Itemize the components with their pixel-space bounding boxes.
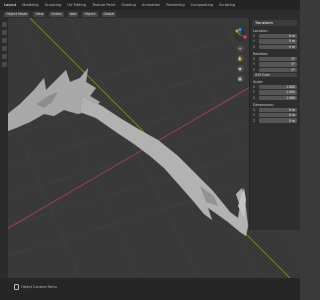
location-z-row: Z0 m <box>253 44 297 49</box>
mode-dropdown[interactable]: Object Mode <box>4 11 30 17</box>
menu-add[interactable]: Add <box>67 11 79 17</box>
location-y-row: Y0 m <box>253 39 297 44</box>
rotation-z-field[interactable]: 0° <box>259 67 297 72</box>
location-x-row: X0 m <box>253 34 297 39</box>
scale-tool-icon[interactable] <box>1 54 7 59</box>
tab-animation[interactable]: Animation <box>142 3 160 7</box>
pan-hand-icon[interactable]: ✋ <box>236 55 244 62</box>
menu-select[interactable]: Select <box>49 11 64 17</box>
grid-perspective-icon[interactable]: ▦ <box>236 75 244 82</box>
workspace-tabs: Layout Modeling Sculpting UV Editing Tex… <box>0 0 300 10</box>
tab-texture-paint[interactable]: Texture Paint <box>92 3 115 7</box>
tab-scripting[interactable]: Scripting <box>219 3 235 7</box>
scale-z-row: Z 1.000 <box>253 95 297 100</box>
camera-icon[interactable]: ◉ <box>236 65 244 72</box>
orientation-gizmo[interactable] <box>233 28 247 42</box>
rotation-z-row: Z 0° <box>253 67 297 72</box>
menu-view[interactable]: View <box>33 11 46 17</box>
rotation-y-field[interactable]: 0° <box>259 62 297 67</box>
dimensions-z-field[interactable]: 0 m <box>259 118 297 123</box>
gizmo-x-axis[interactable] <box>243 35 247 39</box>
viewport-header: Object Mode View Select Add Object Globa… <box>0 10 300 18</box>
scale-z-field[interactable]: 1.000 <box>259 95 297 100</box>
dimensions-x-field[interactable]: 0 m <box>259 108 297 113</box>
transform-panel-header[interactable]: Transform <box>253 20 297 26</box>
status-bar: Object Context Menu <box>0 278 300 300</box>
scale-y-row: Y 1.000 <box>253 90 297 95</box>
tab-layout[interactable]: Layout <box>4 3 16 7</box>
rotation-x-row: X 0° <box>253 57 297 62</box>
cursor-tool-icon[interactable] <box>1 30 7 35</box>
transform-tool-icon[interactable] <box>1 62 7 67</box>
dimensions-y-row: Y0 m <box>253 113 297 118</box>
tab-sculpting[interactable]: Sculpting <box>45 3 62 7</box>
transform-sidebar: Transform Location: X0 m Y0 m Z0 m Rotat… <box>249 18 300 230</box>
tab-uv-editing[interactable]: UV Editing <box>67 3 86 7</box>
zoom-icon[interactable]: + <box>236 45 244 52</box>
dimensions-label: Dimensions: <box>253 102 274 107</box>
location-y-field[interactable]: 0 m <box>259 39 297 44</box>
orientation-dropdown[interactable]: Global <box>101 11 117 17</box>
scythe-blade-model[interactable] <box>0 67 249 237</box>
location-z-field[interactable]: 0 m <box>259 44 297 49</box>
scale-x-row: X 1.000 <box>253 85 297 90</box>
rotation-mode-dropdown[interactable]: XYZ Euler <box>253 72 297 77</box>
mouse-right-click-icon <box>14 284 19 290</box>
tab-shading[interactable]: Shading <box>121 3 136 7</box>
scale-y-field[interactable]: 1.000 <box>259 90 297 95</box>
dimensions-x-row: X0 m <box>253 108 297 113</box>
location-x-field[interactable]: 0 m <box>259 34 297 39</box>
status-context-menu-label: Object Context Menu <box>21 285 57 289</box>
rotate-tool-icon[interactable] <box>1 46 7 51</box>
tab-compositing[interactable]: Compositing <box>191 3 214 7</box>
gizmo-z-axis[interactable] <box>238 28 242 32</box>
tab-modeling[interactable]: Modeling <box>22 3 38 7</box>
scale-x-field[interactable]: 1.000 <box>259 85 297 90</box>
dimensions-z-row: Z0 m <box>253 118 297 123</box>
tab-rendering[interactable]: Rendering <box>166 3 184 7</box>
gizmo-y-axis[interactable] <box>235 29 239 33</box>
tool-shelf <box>0 18 8 278</box>
rotation-y-row: Y 0° <box>253 62 297 67</box>
select-tool-icon[interactable] <box>1 22 7 27</box>
move-tool-icon[interactable] <box>1 38 7 43</box>
status-context-menu: Object Context Menu <box>14 284 57 290</box>
menu-object[interactable]: Object <box>82 11 98 17</box>
navigation-controls: + ✋ ◉ ▦ <box>233 28 247 82</box>
rotation-label: Rotation: <box>253 51 269 56</box>
scale-label: Scale: <box>253 79 264 84</box>
rotation-x-field[interactable]: 0° <box>259 57 297 62</box>
location-label: Location: <box>253 29 269 33</box>
dimensions-y-field[interactable]: 0 m <box>259 113 297 118</box>
